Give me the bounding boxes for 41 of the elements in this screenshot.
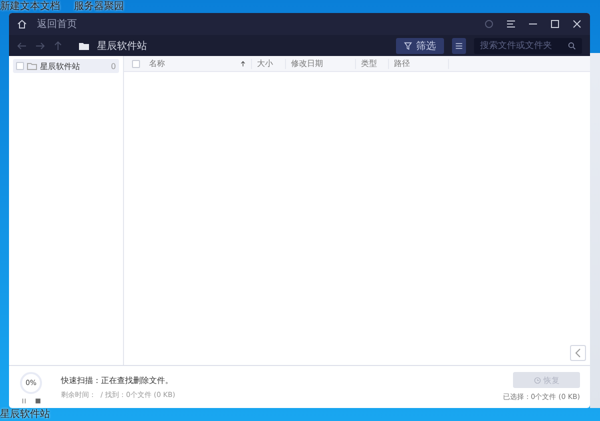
- back-arrow-icon: [17, 40, 27, 50]
- folder-label: 星辰软件站: [40, 60, 81, 72]
- search-icon: [568, 42, 576, 50]
- menu-icon: [506, 19, 516, 29]
- folder-icon: [27, 61, 37, 71]
- desktop-icon-label[interactable]: 新建文本文档: [0, 0, 60, 12]
- sort-arrow-icon: [240, 60, 246, 68]
- funnel-icon: [404, 42, 412, 50]
- filter-button[interactable]: 筛选: [396, 38, 444, 54]
- up-arrow-icon: [53, 40, 63, 50]
- chevron-left-icon: [574, 348, 582, 358]
- desktop-icon-label[interactable]: 服务器聚园: [74, 0, 124, 12]
- select-all-checkbox[interactable]: [132, 60, 140, 68]
- column-header[interactable]: 大小: [252, 58, 286, 68]
- column-header[interactable]: 名称: [144, 58, 252, 68]
- window-title[interactable]: 返回首页: [37, 17, 77, 31]
- maximize-icon: [550, 19, 560, 29]
- list-icon: [455, 42, 463, 50]
- desktop-icon-label[interactable]: 星辰软件站: [0, 408, 50, 420]
- breadcrumb-text[interactable]: 星辰软件站: [97, 38, 147, 52]
- item-count: 0: [110, 62, 116, 70]
- checkbox[interactable]: [16, 62, 24, 70]
- column-label: 大小: [257, 58, 273, 69]
- column-header[interactable]: 路径: [389, 58, 449, 68]
- clock-icon: [534, 376, 540, 384]
- column-header[interactable]: 类型: [356, 58, 389, 68]
- stop-icon: [35, 398, 41, 404]
- column-label: 类型: [361, 58, 377, 69]
- home-icon: [17, 19, 27, 29]
- column-label: 修改日期: [291, 58, 323, 69]
- list-view-button[interactable]: [452, 38, 466, 54]
- collapse-button[interactable]: [570, 345, 586, 361]
- column-header[interactable]: 修改日期: [286, 58, 356, 68]
- forward-arrow-icon: [35, 40, 45, 50]
- scan-status-text: 快速扫描：正在查找删除文件。: [61, 374, 174, 386]
- sidebar-item[interactable]: 星辰软件站 0: [13, 59, 119, 73]
- column-label: 名称: [149, 58, 165, 69]
- close-icon: [572, 19, 582, 29]
- pause-icon: [21, 398, 27, 404]
- column-label: 路径: [394, 58, 410, 69]
- folder-icon: [79, 40, 89, 50]
